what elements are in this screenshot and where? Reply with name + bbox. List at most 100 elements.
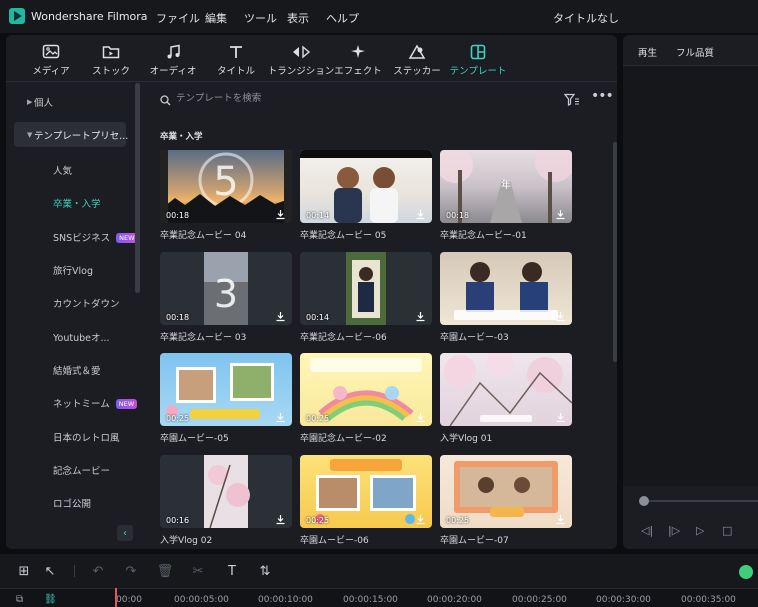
menu-help[interactable]: ヘルプ bbox=[326, 10, 359, 26]
template-title: 卒業記念ムービー 05 bbox=[300, 231, 387, 241]
library-panel: メディア ストック オーディオ タイトル トランジション エフェクト ステッカー bbox=[6, 35, 617, 549]
download-icon[interactable] bbox=[415, 514, 426, 525]
timeline-time: 00:00:05:00 bbox=[174, 595, 229, 605]
select-cursor-icon[interactable]: ↖ bbox=[42, 563, 58, 579]
media-icon bbox=[42, 43, 60, 60]
timeline-time: 00:00:25:00 bbox=[512, 595, 567, 605]
download-icon[interactable] bbox=[555, 412, 566, 423]
download-icon[interactable] bbox=[275, 514, 286, 525]
sticker-icon bbox=[408, 43, 426, 60]
duration-label: 00:18 bbox=[166, 313, 190, 322]
next-frame-icon[interactable]: |▷ bbox=[668, 524, 680, 537]
template-thumbnail bbox=[440, 353, 572, 426]
tab-full-quality[interactable]: フル品質 bbox=[676, 45, 714, 59]
library-tabs: メディア ストック オーディオ タイトル トランジション エフェクト ステッカー bbox=[6, 35, 617, 82]
tab-audio[interactable]: オーディオ bbox=[149, 35, 197, 82]
cut-icon[interactable]: ✂ bbox=[190, 563, 206, 579]
download-icon[interactable] bbox=[555, 514, 566, 525]
preview-progress-knob[interactable] bbox=[639, 496, 649, 506]
filter-icon[interactable] bbox=[563, 91, 580, 110]
stop-icon[interactable]: □ bbox=[722, 524, 732, 537]
download-icon[interactable] bbox=[275, 412, 286, 423]
tab-effect-label: エフェクト bbox=[334, 66, 382, 77]
tab-template[interactable]: テンプレート bbox=[450, 35, 506, 82]
document-title: タイトルなし bbox=[553, 12, 619, 25]
add-track-icon[interactable]: ⧉ bbox=[16, 594, 23, 605]
download-icon[interactable] bbox=[275, 209, 286, 220]
template-title: 卒園ムービー-03 bbox=[440, 333, 509, 343]
tab-transition-label: トランジション bbox=[267, 66, 335, 77]
template-thumbnail: 00:16 bbox=[160, 455, 292, 528]
delete-icon[interactable]: 🗑 bbox=[157, 563, 174, 579]
undo-icon[interactable]: ↶ bbox=[90, 563, 106, 579]
timeline-time: 00:00:15:00 bbox=[343, 595, 398, 605]
more-options-icon[interactable]: ••• bbox=[591, 88, 614, 104]
preview-progress-track[interactable] bbox=[643, 500, 758, 502]
timeline-ruler[interactable]: 00:00 00:00:05:00 00:00:10:00 00:00:15:0… bbox=[0, 588, 758, 607]
text-tool-icon[interactable]: T bbox=[224, 563, 240, 579]
menu-tools[interactable]: ツール bbox=[244, 10, 277, 26]
download-icon[interactable] bbox=[555, 311, 566, 322]
title-t-icon bbox=[228, 43, 244, 60]
duration-label: 00:25 bbox=[306, 516, 330, 525]
search-icon bbox=[160, 91, 171, 110]
tab-stock[interactable]: ストック bbox=[92, 35, 130, 82]
duration-label: 00:25 bbox=[446, 516, 470, 525]
layout-grid-icon[interactable]: ⊞ bbox=[16, 563, 32, 579]
redo-icon[interactable]: ↷ bbox=[123, 563, 139, 579]
tab-play[interactable]: 再生 bbox=[638, 45, 657, 59]
collapse-sidebar-button[interactable]: ‹ bbox=[117, 525, 133, 541]
sidebar-folder-personal[interactable]: ▶ 個人 bbox=[14, 89, 126, 114]
template-title: 入学Vlog 01 bbox=[440, 434, 493, 444]
stock-folder-icon bbox=[102, 43, 120, 60]
svg-text:年: 年 bbox=[501, 178, 511, 191]
duration-label: 00:16 bbox=[166, 516, 190, 525]
edit-toolbar: ⊞ ↖ ↶ ↷ 🗑 ✂ T ⇅ bbox=[0, 554, 758, 588]
template-scrollbar[interactable] bbox=[613, 142, 617, 362]
tab-transition[interactable]: トランジション bbox=[265, 35, 337, 82]
download-icon[interactable] bbox=[415, 209, 426, 220]
download-icon[interactable] bbox=[555, 209, 566, 220]
template-title: 入学Vlog 02 bbox=[160, 536, 213, 546]
preview-screen bbox=[623, 66, 758, 486]
download-icon[interactable] bbox=[415, 311, 426, 322]
timeline-time: 00:00:30:00 bbox=[596, 595, 651, 605]
duration-label: 00:18 bbox=[446, 211, 470, 220]
sidebar-item-sns-label: SNSビジネス bbox=[53, 233, 111, 244]
template-thumbnail: 00:25 bbox=[300, 455, 432, 528]
menu-edit[interactable]: 編集 bbox=[205, 10, 227, 26]
link-icon[interactable]: ⛓ bbox=[44, 594, 57, 605]
new-badge: NEW bbox=[115, 399, 138, 409]
template-thumbnail: 00:14 bbox=[300, 150, 432, 223]
adjust-icon[interactable]: ⇅ bbox=[257, 563, 273, 579]
template-thumbnail: 00:25 bbox=[300, 353, 432, 426]
timeline-time: 00:00:20:00 bbox=[427, 595, 482, 605]
prev-frame-icon[interactable]: ◁| bbox=[641, 524, 653, 537]
sidebar-scrollbar[interactable] bbox=[135, 83, 140, 293]
template-title: 卒業記念ムービー 04 bbox=[160, 231, 247, 241]
menu-file[interactable]: ファイル bbox=[156, 10, 200, 26]
menu-view[interactable]: 表示 bbox=[287, 10, 309, 26]
tab-title[interactable]: タイトル bbox=[214, 35, 258, 82]
section-title: 卒業・入学 bbox=[160, 132, 203, 142]
template-title: 卒業記念ムービー 03 bbox=[160, 333, 247, 343]
tab-sticker-label: ステッカー bbox=[393, 66, 441, 77]
tab-effect[interactable]: エフェクト bbox=[334, 35, 382, 82]
timeline-playhead[interactable] bbox=[115, 588, 117, 607]
ai-assistant-icon[interactable] bbox=[739, 565, 753, 579]
download-icon[interactable] bbox=[275, 311, 286, 322]
tab-audio-label: オーディオ bbox=[149, 66, 197, 77]
tab-media[interactable]: メディア bbox=[32, 35, 70, 82]
svg-text:3: 3 bbox=[214, 272, 238, 316]
duration-label: 00:25 bbox=[306, 414, 330, 423]
timeline-time: 00:00:35:00 bbox=[681, 595, 736, 605]
download-icon[interactable] bbox=[415, 412, 426, 423]
template-title: 卒業記念ムービー-06 bbox=[300, 333, 387, 343]
play-icon[interactable]: ▷ bbox=[696, 524, 704, 537]
tab-title-label: タイトル bbox=[216, 66, 255, 77]
duration-label: 00:25 bbox=[166, 414, 190, 423]
search-input[interactable] bbox=[176, 89, 516, 107]
duration-label: 00:14 bbox=[306, 211, 330, 220]
sidebar-folder-template-presets[interactable]: ▼ テンプレートプリセ... bbox=[14, 122, 128, 147]
tab-sticker[interactable]: ステッカー bbox=[393, 35, 441, 82]
